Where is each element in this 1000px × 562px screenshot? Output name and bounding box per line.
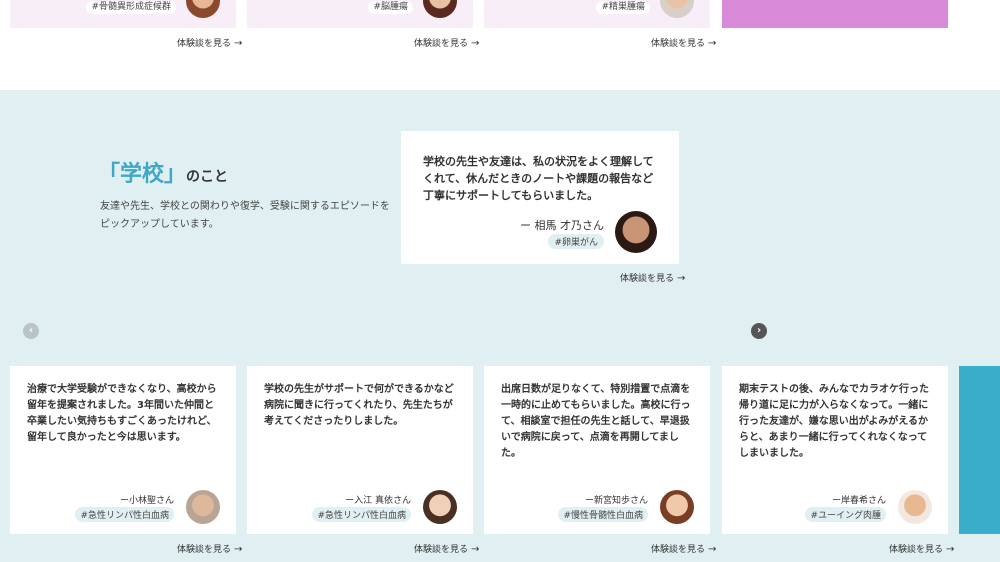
- disease-tag[interactable]: #骨髄異形成症候群: [86, 1, 176, 14]
- episode-card[interactable]: 出席日数が足りなくて、特別措置で点滴を一時的に止めてもらいました。高校に行って、…: [484, 366, 710, 534]
- read-more-link[interactable]: 体験談を見る →: [651, 36, 716, 49]
- episode-card[interactable]: 期末テストの後、みんなでカラオケ行った帰り道に足に力が入らなくなって。一緒に行っ…: [722, 366, 948, 534]
- top-card-1[interactable]: #骨髄異形成症候群: [10, 0, 236, 28]
- avatar: [423, 490, 457, 524]
- arrow-right-icon: →: [471, 544, 480, 555]
- episode-card[interactable]: 治療で大学受験ができなくなり、高校から留年を提案されました。3年間いた仲間と卒業…: [10, 366, 236, 534]
- avatar: [423, 0, 457, 18]
- card-tag[interactable]: #急性リンパ性白血病: [312, 507, 411, 522]
- card-quote: 期末テストの後、みんなでカラオケ行った帰り道に足に力が入らなくなって。一緒に行っ…: [739, 384, 929, 459]
- next-card-preview[interactable]: [959, 366, 1000, 534]
- card-tag[interactable]: #ユーイング肉腫: [805, 507, 886, 522]
- featured-card[interactable]: 学校の先生や友達は、私の状況をよく理解してくれて、休んだときのノートや課題の報告…: [401, 131, 679, 264]
- arrow-right-icon: →: [946, 544, 955, 555]
- arrow-right-icon: →: [234, 544, 243, 555]
- read-more-link[interactable]: 体験談を見る →: [414, 36, 479, 49]
- featured-quote: 学校の先生や友達は、私の状況をよく理解してくれて、休んだときのノートや課題の報告…: [423, 155, 654, 202]
- read-more-label: 体験談を見る: [889, 545, 944, 555]
- avatar: [186, 0, 220, 18]
- read-more-label: 体験談を見る: [651, 545, 706, 555]
- avatar: [898, 490, 932, 524]
- section-description: 友達や先生、学校との関わりや復学、受験に関するエピソードをピックアップしています…: [100, 201, 390, 230]
- top-card-2[interactable]: #脳腫瘍: [247, 0, 473, 28]
- section-title-suffix: のこと: [186, 169, 229, 185]
- read-more-link[interactable]: 体験談を見る →: [177, 36, 242, 49]
- card-author: ー新宮知歩さん: [584, 496, 648, 506]
- card-tag[interactable]: #急性リンパ性白血病: [75, 507, 174, 522]
- prev-arrow-button[interactable]: ‹: [23, 323, 39, 339]
- arrow-right-icon: →: [677, 273, 686, 284]
- avatar: [660, 0, 694, 18]
- read-more-label: 体験談を見る: [177, 39, 232, 49]
- disease-tag[interactable]: #精巣腫瘍: [596, 1, 650, 14]
- next-arrow-button[interactable]: ›: [751, 323, 767, 339]
- disease-tag[interactable]: #脳腫瘍: [368, 1, 413, 14]
- avatar: [615, 211, 657, 253]
- arrow-right-icon: →: [471, 38, 480, 49]
- avatar: [660, 490, 694, 524]
- read-more-link[interactable]: 体験談を見る →: [177, 542, 242, 555]
- featured-read-more-link[interactable]: 体験談を見る →: [620, 271, 685, 284]
- read-more-link[interactable]: 体験談を見る →: [651, 542, 716, 555]
- top-card-pink[interactable]: [722, 0, 948, 28]
- read-more-label: 体験談を見る: [620, 274, 675, 284]
- read-more-label: 体験談を見る: [651, 39, 706, 49]
- episode-card[interactable]: 学校の先生がサポートで何ができるかなど病院に聞きに行ってくれたり、先生たちが考え…: [247, 366, 473, 534]
- top-cards-row: #骨髄異形成症候群 #脳腫瘍 #精巣腫瘍 体験談を見る → 体験談を見る → 体験談…: [0, 0, 1000, 90]
- school-section: 「学校」のこと 友達や先生、学校との関わりや復学、受験に関するエピソードをピック…: [0, 90, 1000, 562]
- featured-author: ー 相馬 才乃さん: [520, 219, 604, 232]
- arrow-right-icon: →: [708, 38, 717, 49]
- avatar: [186, 490, 220, 524]
- card-author: ー小林聖さん: [119, 496, 174, 506]
- read-more-link[interactable]: 体験談を見る →: [414, 542, 479, 555]
- card-quote: 出席日数が足りなくて、特別措置で点滴を一時的に止めてもらいました。高校に行って、…: [501, 384, 691, 459]
- read-more-link[interactable]: 体験談を見る →: [889, 542, 954, 555]
- card-tag[interactable]: #慢性骨髄性白血病: [558, 507, 648, 522]
- read-more-label: 体験談を見る: [177, 545, 232, 555]
- arrow-right-icon: →: [708, 544, 717, 555]
- top-card-3[interactable]: #精巣腫瘍: [484, 0, 710, 28]
- card-quote: 治療で大学受験ができなくなり、高校から留年を提案されました。3年間いた仲間と卒業…: [27, 384, 217, 443]
- arrow-right-icon: →: [234, 38, 243, 49]
- featured-tag[interactable]: #卵巣がん: [548, 234, 604, 249]
- section-title: 「学校」のこと: [98, 156, 228, 188]
- read-more-label: 体験談を見る: [414, 39, 469, 49]
- card-author: ー岸春希さん: [831, 496, 886, 506]
- card-author: ー入江 真依さん: [345, 496, 411, 506]
- card-quote: 学校の先生がサポートで何ができるかなど病院に聞きに行ってくれたり、先生たちが考え…: [264, 384, 454, 427]
- section-title-keyword: 「学校」: [98, 162, 187, 187]
- read-more-label: 体験談を見る: [414, 545, 469, 555]
